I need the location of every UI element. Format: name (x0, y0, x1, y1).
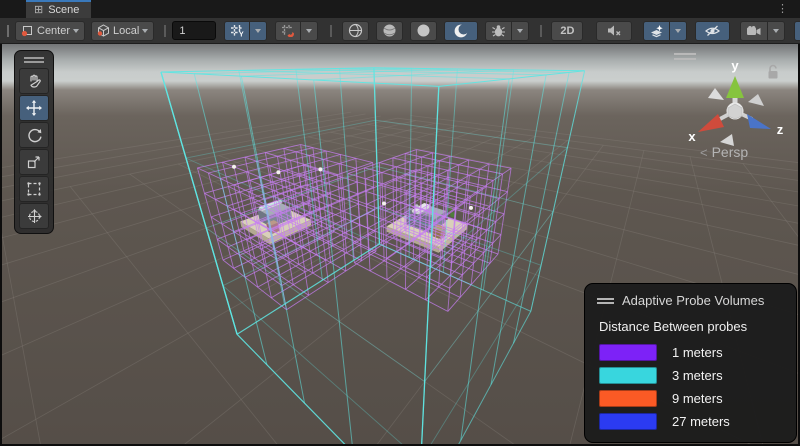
legend-drag-handle[interactable] (597, 298, 614, 304)
toolbar-drag-handle[interactable] (7, 25, 9, 37)
legend-label: 9 meters (672, 391, 723, 406)
scale-tool-icon (26, 154, 42, 170)
x-axis-label: x (688, 129, 696, 144)
orientation-cube-icon (97, 24, 110, 37)
z-axis-cone[interactable] (747, 114, 771, 129)
magnet-snap-icon (281, 24, 295, 37)
lock-icon[interactable] (766, 64, 780, 81)
grid-snap-dropdown[interactable] (249, 21, 267, 41)
rotate-tool-button[interactable] (19, 122, 49, 148)
toolbar-separator (164, 25, 166, 37)
debug-validation-button[interactable] (485, 21, 511, 41)
effects-layers-icon (649, 24, 664, 38)
effects-toggle-button[interactable] (643, 21, 669, 41)
legend-title: Adaptive Probe Volumes (622, 293, 764, 308)
legend-row: 1 meters (599, 344, 784, 361)
rect-tool-icon (26, 181, 42, 197)
probe-color-swatch (599, 367, 657, 384)
legend-label: 27 meters (672, 414, 730, 429)
neutral-axis-cone[interactable] (748, 94, 764, 106)
tools-overlay (14, 50, 54, 234)
grid-snap-y-icon: Y (230, 24, 244, 37)
y-axis-cone[interactable] (726, 76, 744, 98)
scene-lighting-button[interactable] (444, 21, 478, 41)
pivot-dropdown-arrow-icon (73, 29, 79, 33)
apv-legend-panel: Adaptive Probe Volumes Distance Between … (584, 283, 797, 443)
camera-settings-dropdown[interactable] (767, 21, 785, 41)
scale-tool-button[interactable] (19, 149, 49, 175)
toolbar-separator (330, 25, 332, 37)
legend-label: 1 meters (672, 345, 723, 360)
pivot-mode-button[interactable]: Center (15, 21, 85, 41)
scene-viewport[interactable]: y x z < Persp Adaptive Probe Volumes Dist… (2, 44, 798, 444)
rect-tool-button[interactable] (19, 176, 49, 202)
pivot-icon (21, 24, 34, 37)
projection-toggle[interactable]: < Persp (700, 144, 748, 160)
tab-label: Scene (48, 4, 79, 16)
scene-view-window: ⊞ Scene ⋮ Center Local Y (0, 0, 800, 446)
grid-snap-button[interactable]: Y (224, 21, 249, 41)
magnet-snap-dropdown[interactable] (300, 21, 318, 41)
magnet-snap-arrow-icon (306, 29, 312, 33)
z-axis-label: z (777, 122, 784, 137)
probe-color-swatch (599, 344, 657, 361)
probe-color-swatch (599, 413, 657, 430)
transform-tool-button[interactable] (19, 203, 49, 229)
neutral-axis-cone[interactable] (708, 88, 724, 100)
magnet-snap-button[interactable] (275, 21, 300, 41)
tab-scene[interactable]: ⊞ Scene (26, 0, 91, 18)
scene-tab-grid-icon: ⊞ (34, 5, 43, 16)
orientation-dropdown-arrow-icon (142, 29, 148, 33)
snap-increment-input[interactable] (172, 21, 216, 40)
orientation-mode-label: Local (113, 25, 139, 37)
legend-subtitle: Distance Between probes (599, 319, 784, 334)
projection-label: Persp (712, 144, 749, 160)
effects-arrow-icon (675, 29, 681, 33)
2d-mode-label: 2D (560, 25, 574, 37)
skybox-toggle-button[interactable] (376, 21, 403, 41)
grid-snap-arrow-icon (255, 29, 261, 33)
toolbar-separator (540, 25, 542, 37)
legend-row: 3 meters (599, 367, 784, 384)
svg-text:Y: Y (239, 32, 244, 38)
scene-lighting-moon-icon (453, 23, 469, 39)
move-tool-icon (25, 99, 43, 117)
camera-arrow-icon (773, 29, 779, 33)
hand-tool-icon (26, 73, 42, 89)
hand-tool-button[interactable] (19, 68, 49, 94)
legend-row: 9 meters (599, 390, 784, 407)
move-tool-button[interactable] (19, 95, 49, 121)
debug-bug-icon (491, 24, 506, 38)
tools-drag-handle[interactable] (24, 57, 44, 63)
legend-row: 27 meters (599, 413, 784, 430)
component-gizmos-button[interactable] (794, 21, 800, 41)
legend-rows: 1 meters 3 meters 9 meters 27 meters (597, 344, 784, 430)
rotate-tool-icon (26, 127, 43, 144)
skybox-sphere-icon (382, 23, 397, 38)
tab-bar: ⊞ Scene ⋮ (0, 0, 800, 18)
pivot-mode-label: Center (37, 25, 70, 37)
y-axis-label: y (731, 58, 739, 73)
debug-validation-dropdown[interactable] (511, 21, 529, 41)
fog-toggle-button[interactable] (410, 21, 437, 41)
effects-dropdown[interactable] (669, 21, 687, 41)
camera-icon (746, 25, 762, 37)
kebab-menu-icon[interactable]: ⋮ (777, 2, 788, 15)
2d-mode-button[interactable]: 2D (551, 21, 583, 41)
scene-toolbar: Center Local Y (0, 18, 800, 44)
scene-visibility-eye-slash-icon (704, 24, 721, 37)
render-mode-button[interactable] (342, 21, 369, 41)
camera-settings-button[interactable] (740, 21, 767, 41)
debug-arrow-icon (517, 29, 523, 33)
legend-label: 3 meters (672, 368, 723, 383)
orientation-mode-button[interactable]: Local (91, 21, 154, 41)
audio-mute-icon (606, 24, 622, 37)
fog-circle-icon (416, 23, 431, 38)
chevron-left-icon: < (700, 145, 708, 160)
probe-color-swatch (599, 390, 657, 407)
transform-tool-icon (26, 208, 43, 225)
render-sphere-icon (348, 23, 363, 38)
audio-toggle-button[interactable] (596, 21, 632, 41)
scene-visibility-button[interactable] (695, 21, 730, 41)
